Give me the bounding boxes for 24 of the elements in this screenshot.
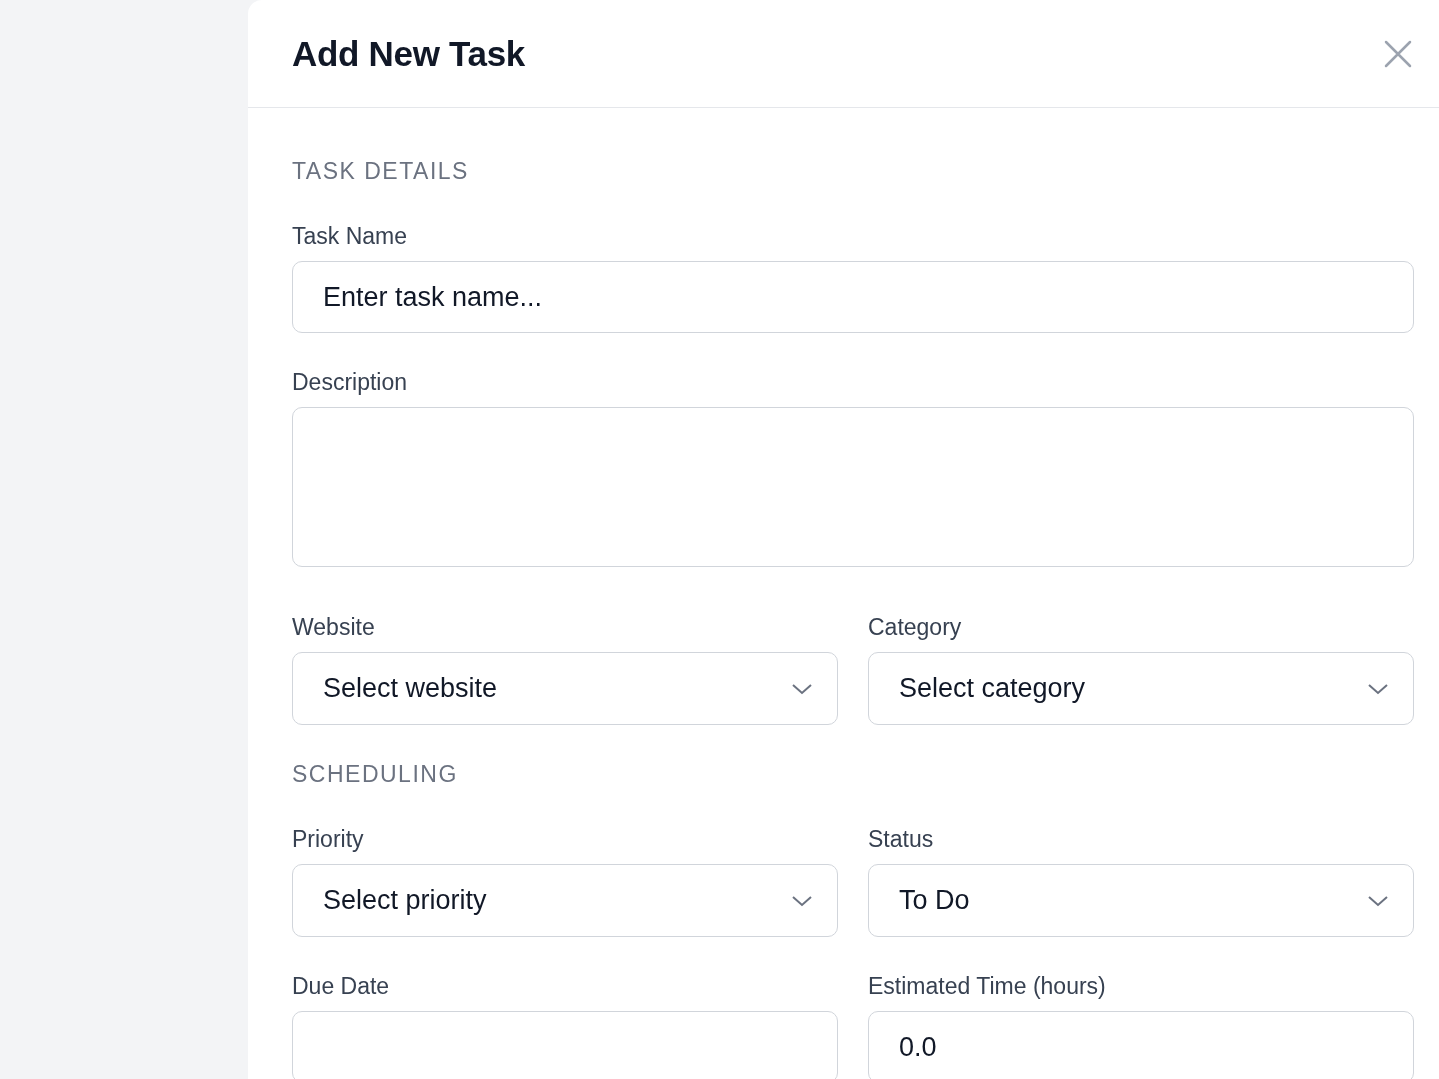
chevron-down-icon [1367, 894, 1389, 907]
field-label: Task Name [292, 222, 409, 250]
text-input-field[interactable] [292, 1011, 838, 1079]
select-dropdown[interactable]: Select priority [292, 864, 838, 937]
field-label: Estimated Time (hours) [868, 972, 1107, 1000]
select-dropdown[interactable]: Select category [868, 652, 1414, 725]
field-label: Category [868, 613, 963, 641]
field-label: Description [292, 368, 409, 396]
description-field[interactable] [292, 407, 1414, 567]
text-input-field[interactable]: 0.0 [868, 1011, 1414, 1079]
dialog-title: Add New Task [292, 33, 526, 74]
section-heading: TASK DETAILS [292, 157, 470, 185]
text-input-field[interactable]: Enter task name... [292, 261, 1414, 333]
field-label: Due Date [292, 972, 391, 1000]
section-heading: SCHEDULING [292, 760, 459, 788]
chevron-down-icon [791, 894, 813, 907]
chevron-down-icon [791, 682, 813, 695]
field-label: Website [292, 613, 376, 641]
field-label: Priority [292, 825, 365, 853]
field-label: Status [868, 825, 935, 853]
select-dropdown[interactable]: Select website [292, 652, 838, 725]
close-icon [1384, 39, 1412, 68]
chevron-down-icon [1367, 682, 1389, 695]
select-dropdown[interactable]: To Do [868, 864, 1414, 937]
